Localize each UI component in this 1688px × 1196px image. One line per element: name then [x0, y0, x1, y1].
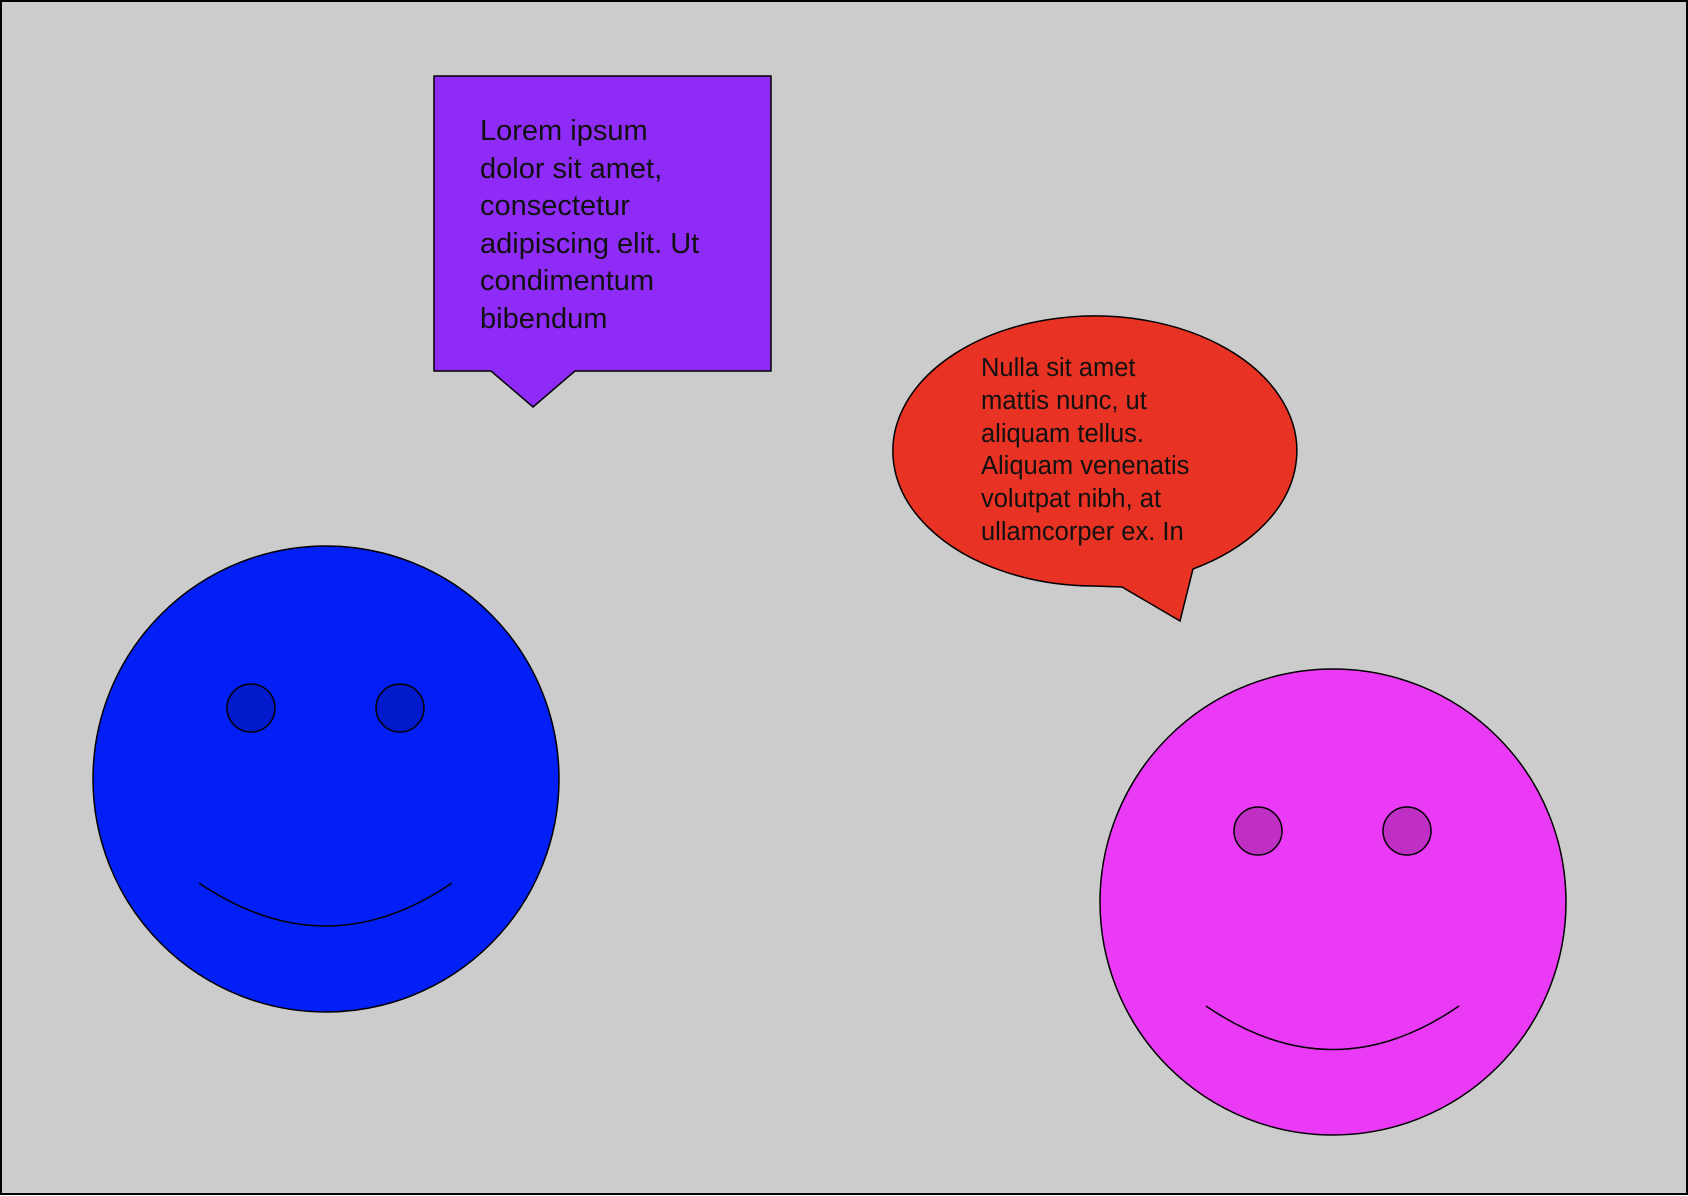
rect-bubble-text: Lorem ipsum dolor sit amet, consectetur … [480, 113, 699, 339]
oval-bubble-text: Nulla sit amet mattis nunc, ut aliquam t… [981, 352, 1189, 549]
smiley-face-right [1099, 668, 1567, 1136]
oval-bubble-line: Nulla sit amet [981, 354, 1136, 382]
face-right-eye-right [1382, 806, 1432, 856]
diagram-canvas [0, 0, 1688, 1195]
rect-bubble-line: bibendum [480, 302, 608, 335]
oval-bubble-line: ullamcorper ex. In [981, 517, 1184, 546]
face-left-head [92, 545, 560, 1013]
rect-bubble-line: adipiscing elit. Ut [480, 227, 700, 260]
smiley-face-left [92, 545, 560, 1013]
oval-bubble-line: Aliquam venenatis [981, 452, 1190, 481]
rect-bubble-line: condimentum [480, 265, 655, 298]
rect-bubble-line: consectetur [480, 190, 630, 223]
oval-bubble-line: mattis nunc, ut [981, 386, 1147, 415]
rect-bubble-line: dolor sit amet, [480, 152, 663, 185]
face-right-eye-left [1233, 806, 1283, 856]
face-left-eye-right [375, 683, 425, 733]
face-left-eye-left [226, 683, 276, 733]
oval-bubble-line: volutpat nibh, at [981, 485, 1162, 514]
rect-bubble-line: Lorem ipsum [480, 115, 648, 147]
oval-bubble-line: aliquam tellus. [981, 419, 1144, 448]
face-right-head [1099, 668, 1567, 1136]
